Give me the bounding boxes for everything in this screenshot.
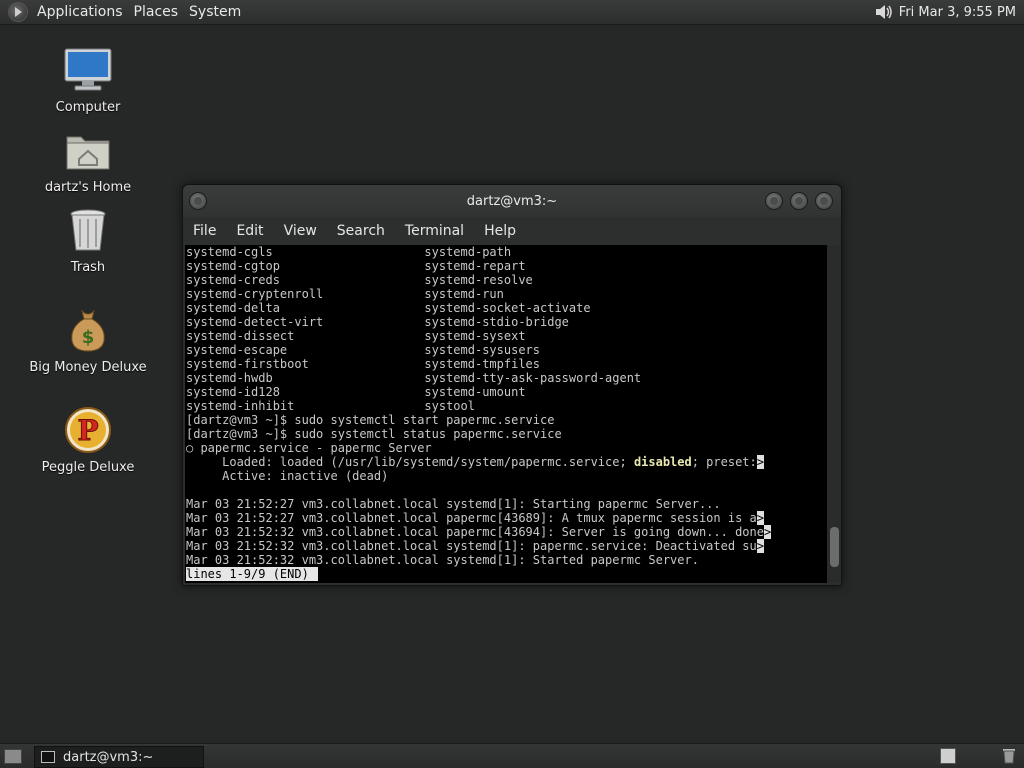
terminal-line: systemd-detect-virt systemd-stdio-bridge [186,315,569,329]
terminal-line: systemd-cgtop systemd-repart [186,259,526,273]
home-folder-icon [66,136,110,170]
terminal-line: systemd-id128 systemd-umount [186,385,526,399]
menu-search[interactable]: Search [327,223,395,239]
terminal-window: dartz@vm3:~ File Edit View Search Termin… [182,184,842,586]
terminal-line: systemd-escape systemd-sysusers [186,343,541,357]
clock[interactable]: Fri Mar 3, 9:55 PM [899,5,1016,20]
menu-view[interactable]: View [274,223,327,239]
active-line: Active: inactive (dead) [186,469,389,483]
desktop-icon-home[interactable]: dartz's Home [28,124,148,195]
window-titlebar[interactable]: dartz@vm3:~ [183,185,841,217]
menu-edit[interactable]: Edit [226,223,273,239]
show-desktop-icon[interactable] [4,749,22,764]
peggle-icon: P [65,407,111,453]
desktop-icon-label: Trash [70,260,106,275]
desktop-icon-label: dartz's Home [44,180,132,195]
menu-system[interactable]: System [186,4,249,20]
log-line: Mar 03 21:52:27 vm3.collabnet.local pape… [186,511,771,525]
log-line: Mar 03 21:52:27 vm3.collabnet.local syst… [186,497,771,511]
loaded-line: Loaded: loaded (/usr/lib/systemd/system/… [186,455,771,469]
menu-places[interactable]: Places [131,4,187,20]
window-title: dartz@vm3:~ [466,193,558,209]
terminal-line: systemd-cgls systemd-path [186,245,512,259]
panel-tray: Fri Mar 3, 9:55 PM [873,2,1024,22]
desktop-icon-label: Peggle Deluxe [41,460,135,475]
terminal-line: [dartz@vm3 ~]$ sudo systemctl start pape… [186,413,555,427]
terminal-menubar: File Edit View Search Terminal Help [183,217,841,244]
truncation-marker: > [756,455,764,469]
loaded-disabled: disabled [633,455,692,469]
terminal-line: ○ papermc.service - papermc Server [186,441,432,455]
terminal-scrollbar[interactable] [827,245,841,583]
terminal-line: systemd-creds systemd-resolve [186,273,533,287]
terminal-line: [dartz@vm3 ~]$ sudo systemctl status pap… [186,427,562,441]
truncation-marker: > [763,525,772,539]
desktop-icon-big-money[interactable]: $ Big Money Deluxe [28,304,148,375]
loaded-suffix: ; preset: [691,455,757,469]
log-line-text: Mar 03 21:52:27 vm3.collabnet.local pape… [186,511,757,525]
maximize-button[interactable] [790,192,808,210]
desktop-icon-computer[interactable]: Computer [28,44,148,115]
desktop-icon-peggle[interactable]: P Peggle Deluxe [28,404,148,475]
money-bag-icon: $ [71,309,105,352]
log-line: Mar 03 21:52:32 vm3.collabnet.local pape… [186,525,772,539]
log-line-text: Mar 03 21:52:32 vm3.collabnet.local pape… [186,525,764,539]
terminal-line: systemd-inhibit systool [186,399,475,413]
volume-icon[interactable] [873,2,895,22]
pager-line: lines 1-9/9 (END) [186,567,771,581]
terminal-line: systemd-hwdb systemd-tty-ask-password-ag… [186,371,642,385]
window-menu-icon[interactable] [189,192,207,210]
workspace-switcher[interactable] [940,748,956,764]
log-line: Mar 03 21:52:32 vm3.collabnet.local syst… [186,553,771,567]
log-line: Mar 03 21:52:32 vm3.collabnet.local syst… [186,539,771,553]
truncation-marker: > [756,511,764,525]
trash-icon [70,209,106,251]
menu-terminal[interactable]: Terminal [395,223,474,239]
menu-applications[interactable]: Applications [34,4,131,20]
top-panel: Applications Places System Fri Mar 3, 9:… [0,0,1024,25]
desktop-icon-trash[interactable]: Trash [28,204,148,275]
svg-text:$: $ [82,327,95,348]
menu-help[interactable]: Help [474,223,526,239]
desktop-icon-label: Computer [55,100,121,115]
log-line-text: Mar 03 21:52:27 vm3.collabnet.local syst… [186,497,721,511]
trash-applet-icon[interactable] [1002,747,1016,764]
truncation-marker: > [756,539,764,553]
log-line-text: Mar 03 21:52:32 vm3.collabnet.local syst… [186,553,699,567]
bottom-panel: dartz@vm3:~ [0,743,1024,768]
close-button[interactable] [815,192,833,210]
taskbar-window-button[interactable]: dartz@vm3:~ [34,746,204,768]
computer-icon [64,48,112,91]
terminal-line: systemd-firstboot systemd-tmpfiles [186,357,541,371]
minimize-button[interactable] [765,192,783,210]
terminal-text: systemd-cgls systemd-path systemd-cgtop s… [186,245,772,581]
log-line-text: Mar 03 21:52:32 vm3.collabnet.local syst… [186,539,757,553]
desktop-icon-label: Big Money Deluxe [29,360,147,375]
log-lines: Mar 03 21:52:27 vm3.collabnet.local syst… [186,497,772,567]
applications-logo-icon[interactable] [8,2,28,22]
svg-text:P: P [77,414,98,447]
terminal-line: systemd-cryptenroll systemd-run [186,287,504,301]
pager-status: lines 1-9/9 (END) [186,567,318,581]
terminal-line: systemd-dissect systemd-sysext [186,329,526,343]
scrollbar-thumb[interactable] [830,527,839,567]
loaded-prefix: Loaded: loaded (/usr/lib/systemd/system/… [186,455,634,469]
terminal-icon [41,751,55,763]
terminal-line: systemd-delta systemd-socket-activate [186,301,591,315]
menu-file[interactable]: File [183,223,226,239]
terminal-output[interactable]: systemd-cgls systemd-path systemd-cgtop s… [185,245,827,583]
taskbar-window-label: dartz@vm3:~ [63,749,154,765]
